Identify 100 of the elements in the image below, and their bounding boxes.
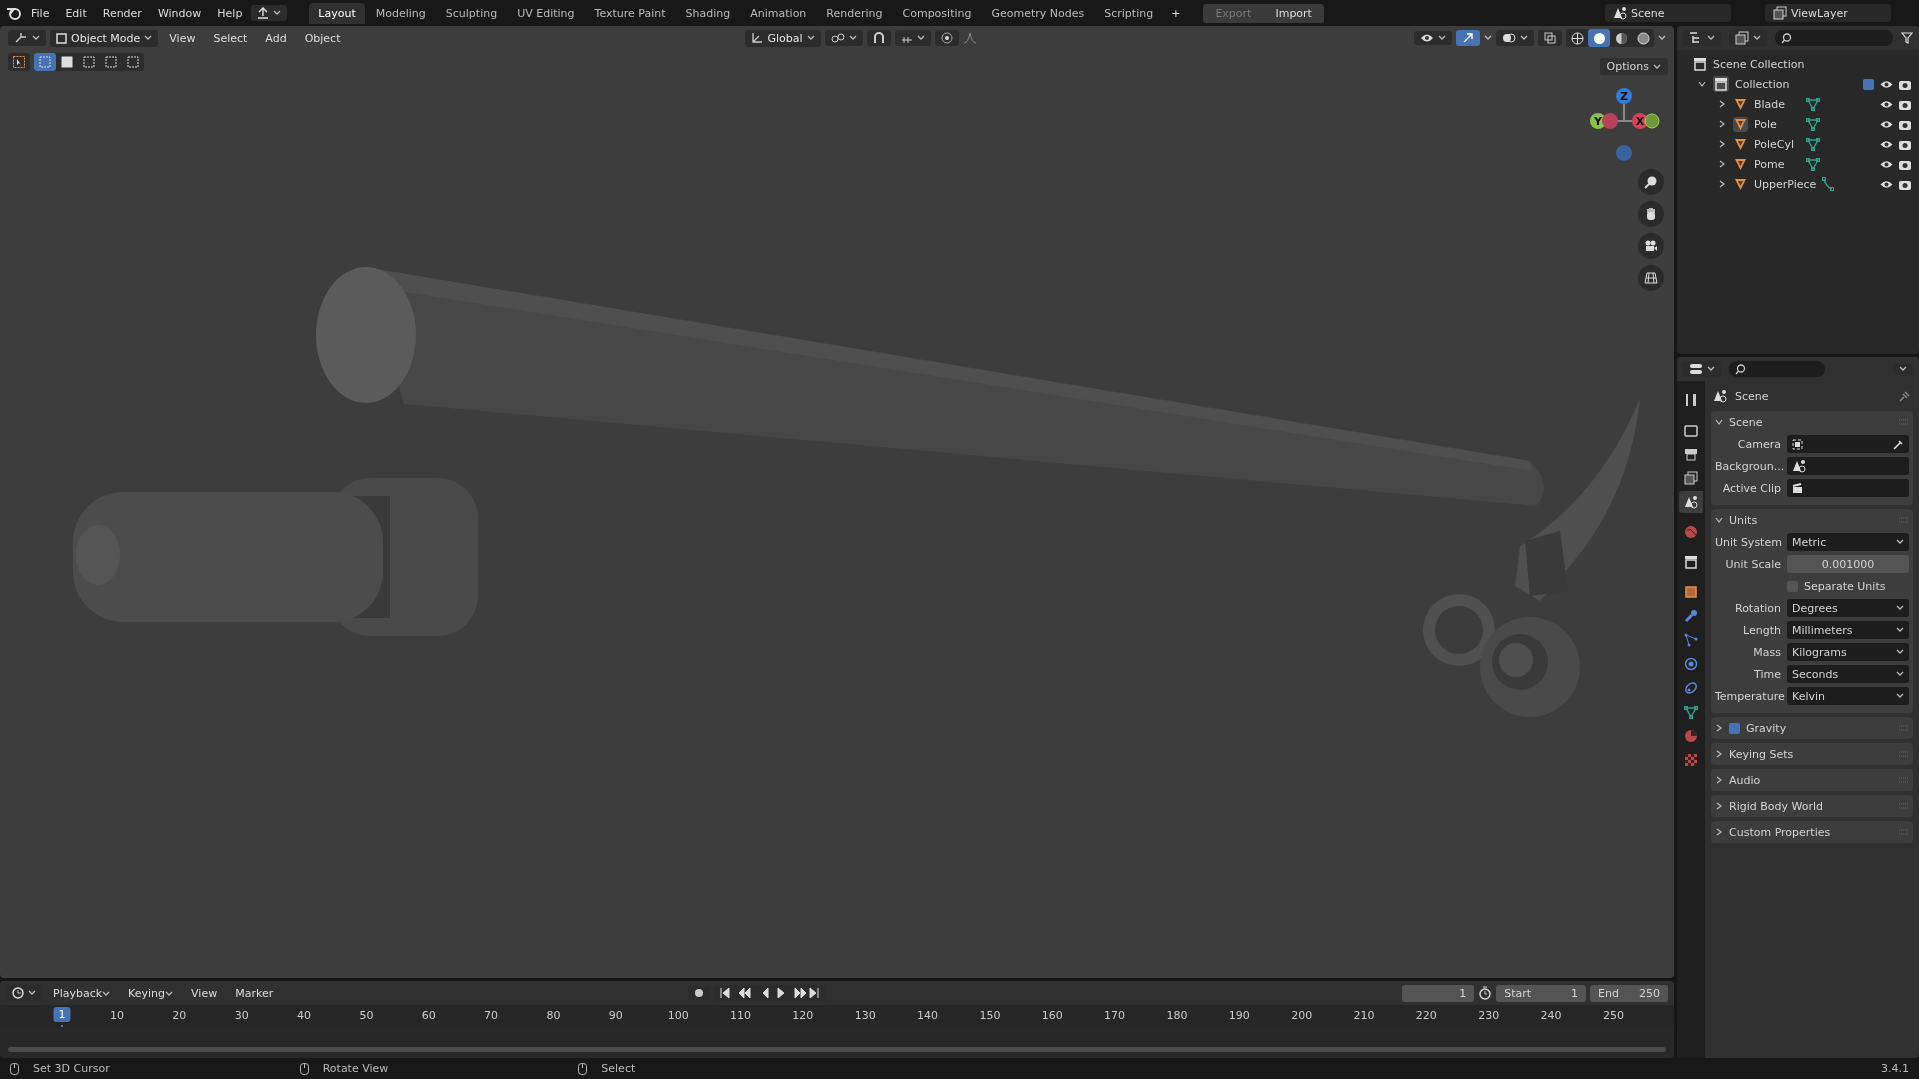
camera-icon[interactable]: [1899, 98, 1911, 110]
menu-item[interactable]: Window: [150, 3, 209, 23]
menu-item[interactable]: Object: [297, 29, 348, 47]
sphere-icon[interactable]: [1684, 729, 1698, 743]
square-icon[interactable]: [1684, 585, 1698, 599]
menu-item[interactable]: Help: [210, 3, 250, 23]
select-tool-button[interactable]: [8, 53, 30, 71]
dropdown-field[interactable]: Metric: [1787, 533, 1909, 551]
layers-icon[interactable]: [1684, 471, 1698, 485]
outliner-item[interactable]: PoleCyl: [1754, 137, 1800, 151]
object-picker-field[interactable]: [1787, 435, 1909, 453]
outliner-item[interactable]: Pole: [1754, 117, 1800, 131]
scene-icon[interactable]: [1713, 389, 1727, 403]
menu-item[interactable]: Playback: [46, 984, 118, 1002]
checkbox[interactable]: [1729, 722, 1740, 734]
ortho-toggle-button[interactable]: [1638, 265, 1664, 291]
end-frame-field[interactable]: End 250: [1590, 984, 1668, 1002]
checker-icon[interactable]: [1684, 753, 1698, 767]
options-dropdown[interactable]: [1893, 364, 1913, 374]
camera-icon[interactable]: [1899, 118, 1911, 130]
dropdown-field[interactable]: Kelvin: [1787, 687, 1909, 705]
menu-item[interactable]: File: [24, 3, 57, 23]
falloff-curve-icon[interactable]: [962, 32, 977, 44]
menu-item[interactable]: Marker: [228, 984, 281, 1002]
eye-icon[interactable]: [1880, 139, 1893, 149]
orientation-dropdown[interactable]: Global: [745, 29, 821, 47]
workspace-tab[interactable]: UV Editing: [508, 2, 584, 24]
panel-title[interactable]: Keying Sets: [1729, 747, 1794, 761]
workspace-tab[interactable]: Animation: [741, 2, 816, 24]
scene-icon[interactable]: [1792, 459, 1806, 473]
workspace-tab[interactable]: Scripting: [1095, 2, 1163, 24]
menu-item[interactable]: Render: [95, 3, 149, 23]
workspace-tab[interactable]: Modeling: [366, 2, 435, 24]
overlay-toggle[interactable]: [1496, 30, 1534, 46]
checkbox-label[interactable]: Separate Units: [1804, 579, 1886, 593]
workspace-tab[interactable]: Sculpting: [436, 2, 507, 24]
camera-icon[interactable]: [1899, 158, 1911, 170]
menu-item[interactable]: View: [162, 29, 203, 47]
globe-icon[interactable]: [1684, 525, 1698, 539]
eye-icon[interactable]: [1880, 179, 1893, 189]
panel-title[interactable]: Gravity: [1746, 721, 1787, 735]
pin-icon[interactable]: [1899, 390, 1911, 402]
workspace-tab[interactable]: Shading: [676, 2, 740, 24]
options-dropdown[interactable]: Options: [1599, 58, 1668, 75]
editor-type-dropdown[interactable]: [1683, 361, 1721, 377]
box-icon[interactable]: [1714, 77, 1728, 91]
outliner-item[interactable]: Pome: [1754, 157, 1800, 171]
proportional-toggle[interactable]: [934, 30, 959, 46]
outliner-item[interactable]: Scene Collection: [1713, 57, 1805, 71]
display-mode-dropdown[interactable]: [1729, 29, 1767, 47]
dropdown-field[interactable]: Kilograms: [1787, 643, 1909, 661]
eye-icon[interactable]: [1880, 119, 1893, 129]
checkbox[interactable]: [1863, 78, 1874, 90]
xray-toggle[interactable]: [1538, 30, 1562, 46]
search-field[interactable]: [1729, 361, 1825, 377]
snap-dropdown[interactable]: [894, 30, 931, 46]
layers-icon[interactable]: [1735, 31, 1749, 45]
menu-item[interactable]: Edit: [58, 3, 94, 23]
chain-icon[interactable]: [1684, 681, 1698, 695]
editor-type-dropdown[interactable]: [6, 985, 42, 1001]
outliner-item[interactable]: Collection: [1735, 77, 1790, 91]
panel-title[interactable]: Custom Properties: [1729, 825, 1831, 839]
axis-gizmo[interactable]: Z Y X: [1590, 86, 1660, 166]
scene-icon[interactable]: [1684, 495, 1698, 509]
printer-icon[interactable]: [1684, 447, 1698, 461]
playback-controls[interactable]: [714, 985, 827, 1001]
zoom-button[interactable]: [1638, 169, 1664, 195]
toolbar-button[interactable]: Import: [1263, 3, 1324, 23]
editor-type-dropdown[interactable]: [1683, 30, 1721, 46]
camera-icon[interactable]: [1899, 138, 1911, 150]
dropdown-field[interactable]: Millimeters: [1787, 621, 1909, 639]
playhead[interactable]: 1: [53, 1007, 71, 1022]
scrollbar[interactable]: [8, 1047, 1666, 1052]
pan-button[interactable]: [1638, 201, 1664, 227]
record-button[interactable]: [688, 986, 711, 1000]
eye-icon[interactable]: [1880, 159, 1893, 169]
workspace-tab[interactable]: Geometry Nodes: [982, 2, 1094, 24]
pivot-dropdown[interactable]: [824, 30, 863, 46]
dropdown-field[interactable]: Seconds: [1787, 665, 1909, 683]
outliner-item[interactable]: Blade: [1754, 97, 1800, 111]
panel-title[interactable]: Scene: [1729, 415, 1763, 429]
particles-icon[interactable]: [1684, 633, 1698, 647]
visibility-dropdown[interactable]: [1414, 31, 1452, 45]
view-layer-selector[interactable]: ViewLayer: [1765, 4, 1891, 22]
box-icon[interactable]: [1684, 555, 1698, 569]
panel-title[interactable]: Audio: [1729, 773, 1761, 787]
orbit-icon[interactable]: [1684, 657, 1698, 671]
object-picker-field[interactable]: [1787, 479, 1909, 497]
mode-dropdown[interactable]: Object Mode: [50, 29, 159, 47]
app-logo-icon[interactable]: [6, 6, 22, 20]
snap-toggle[interactable]: [866, 30, 891, 46]
panel-title[interactable]: Units: [1729, 513, 1758, 527]
shading-mode-button[interactable]: [1588, 29, 1610, 47]
workspace-tab[interactable]: Layout: [309, 2, 365, 24]
camera-back-icon[interactable]: [1684, 423, 1698, 437]
workspace-tab[interactable]: Rendering: [817, 2, 892, 24]
layers-icon[interactable]: [1773, 6, 1787, 20]
current-frame-field[interactable]: 1: [1402, 984, 1475, 1002]
gizmo-toggle[interactable]: [1456, 30, 1480, 46]
box-icon[interactable]: [1693, 57, 1707, 71]
